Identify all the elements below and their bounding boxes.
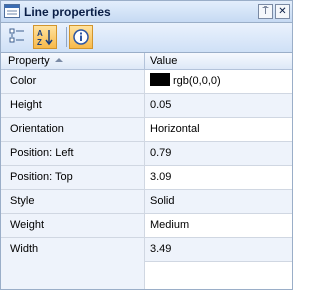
categorized-icon bbox=[6, 28, 28, 50]
grid-empty-area bbox=[1, 259, 292, 289]
panel-toolbar: A Z bbox=[1, 23, 292, 53]
property-info-button[interactable] bbox=[69, 25, 93, 49]
property-row-orientation[interactable]: Orientation Horizontal bbox=[1, 118, 292, 142]
empty-property-column bbox=[1, 259, 145, 289]
property-row-color[interactable]: Color rgb(0,0,0) bbox=[1, 70, 292, 94]
value-header-label: Value bbox=[150, 55, 178, 67]
property-column-header[interactable]: Property bbox=[1, 53, 144, 69]
grid-header: Property Value bbox=[1, 53, 292, 70]
property-value[interactable]: 0.05 bbox=[145, 94, 292, 117]
svg-text:A: A bbox=[37, 29, 43, 38]
line-properties-panel: Line properties ⍑ ✕ A Z Property Value C… bbox=[0, 0, 293, 290]
property-value[interactable]: 3.49 bbox=[145, 238, 292, 261]
color-value-text: rgb(0,0,0) bbox=[173, 75, 221, 87]
categorized-view-button[interactable] bbox=[6, 25, 30, 49]
property-row-position-left[interactable]: Position: Left 0.79 bbox=[1, 142, 292, 166]
property-name: Orientation bbox=[1, 118, 145, 141]
property-value[interactable]: Solid bbox=[145, 190, 292, 213]
property-name: Color bbox=[1, 70, 145, 93]
alphabetical-sort-button[interactable]: A Z bbox=[33, 25, 57, 49]
pin-icon[interactable]: ⍑ bbox=[258, 4, 273, 19]
value-column-header[interactable]: Value bbox=[145, 53, 290, 69]
property-value[interactable]: rgb(0,0,0) bbox=[145, 70, 292, 93]
property-row-height[interactable]: Height 0.05 bbox=[1, 94, 292, 118]
property-value[interactable]: 3.09 bbox=[145, 166, 292, 189]
property-row-style[interactable]: Style Solid bbox=[1, 190, 292, 214]
property-row-position-top[interactable]: Position: Top 3.09 bbox=[1, 166, 292, 190]
close-icon[interactable]: ✕ bbox=[275, 4, 290, 19]
property-name: Height bbox=[1, 94, 145, 117]
property-value[interactable]: 0.79 bbox=[145, 142, 292, 165]
sort-ascending-icon bbox=[54, 58, 63, 62]
property-header-label: Property bbox=[8, 55, 50, 67]
property-row-weight[interactable]: Weight Medium bbox=[1, 214, 292, 238]
property-value[interactable]: Horizontal bbox=[145, 118, 292, 141]
property-name: Position: Top bbox=[1, 166, 145, 189]
sort-az-icon: A Z bbox=[34, 29, 56, 51]
property-value[interactable]: Medium bbox=[145, 214, 292, 237]
properties-window-icon bbox=[4, 4, 20, 18]
property-name: Style bbox=[1, 190, 145, 213]
color-swatch[interactable] bbox=[150, 73, 170, 86]
property-name: Position: Left bbox=[1, 142, 145, 165]
panel-title: Line properties bbox=[24, 5, 111, 19]
property-name: Weight bbox=[1, 214, 145, 237]
info-icon bbox=[70, 29, 92, 51]
property-name: Width bbox=[1, 238, 145, 261]
svg-text:Z: Z bbox=[37, 38, 42, 47]
panel-titlebar[interactable]: Line properties ⍑ ✕ bbox=[1, 1, 292, 23]
toolbar-separator bbox=[66, 27, 67, 47]
